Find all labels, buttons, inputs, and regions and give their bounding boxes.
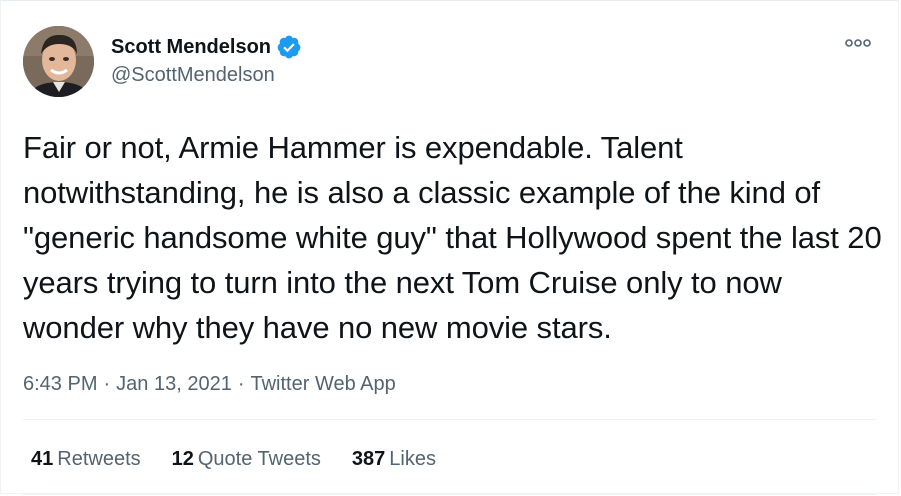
- meta-separator: ·: [103, 373, 111, 395]
- retweets-count: 41: [31, 448, 54, 470]
- tweet-source[interactable]: Twitter Web App: [250, 373, 395, 395]
- divider: [23, 494, 876, 495]
- meta-separator: ·: [237, 373, 245, 395]
- author-display-name[interactable]: Scott Mendelson: [111, 35, 271, 59]
- quote-tweets-count: 12: [171, 448, 194, 470]
- author-name-row: Scott Mendelson: [111, 34, 302, 60]
- author-handle[interactable]: @ScottMendelson: [111, 63, 275, 87]
- divider: [23, 419, 876, 420]
- tweet-card: Scott Mendelson @ScottMendelson Fair or …: [0, 0, 899, 495]
- more-options-icon[interactable]: [845, 36, 871, 50]
- tweet-text: Fair or not, Armie Hammer is expendable.…: [23, 130, 882, 345]
- quote-tweets-stat[interactable]: 12 Quote Tweets: [172, 446, 321, 472]
- retweets-stat[interactable]: 41 Retweets: [31, 446, 141, 472]
- tweet-time[interactable]: 6:43 PM: [23, 373, 97, 395]
- tweet-date[interactable]: Jan 13, 2021: [116, 373, 232, 395]
- avatar-photo: [23, 26, 94, 97]
- tweet-metadata: 6:43 PM · Jan 13, 2021 · Twitter Web App: [23, 371, 396, 397]
- tweet-stats: 41 Retweets 12 Quote Tweets 387 Likes: [31, 446, 436, 472]
- verified-badge-icon: [276, 34, 302, 60]
- quote-tweets-label: Quote Tweets: [197, 448, 321, 470]
- likes-stat[interactable]: 387 Likes: [352, 446, 436, 472]
- avatar[interactable]: [23, 26, 94, 97]
- likes-count: 387: [351, 448, 386, 470]
- retweets-label: Retweets: [57, 448, 141, 470]
- likes-label: Likes: [389, 448, 436, 470]
